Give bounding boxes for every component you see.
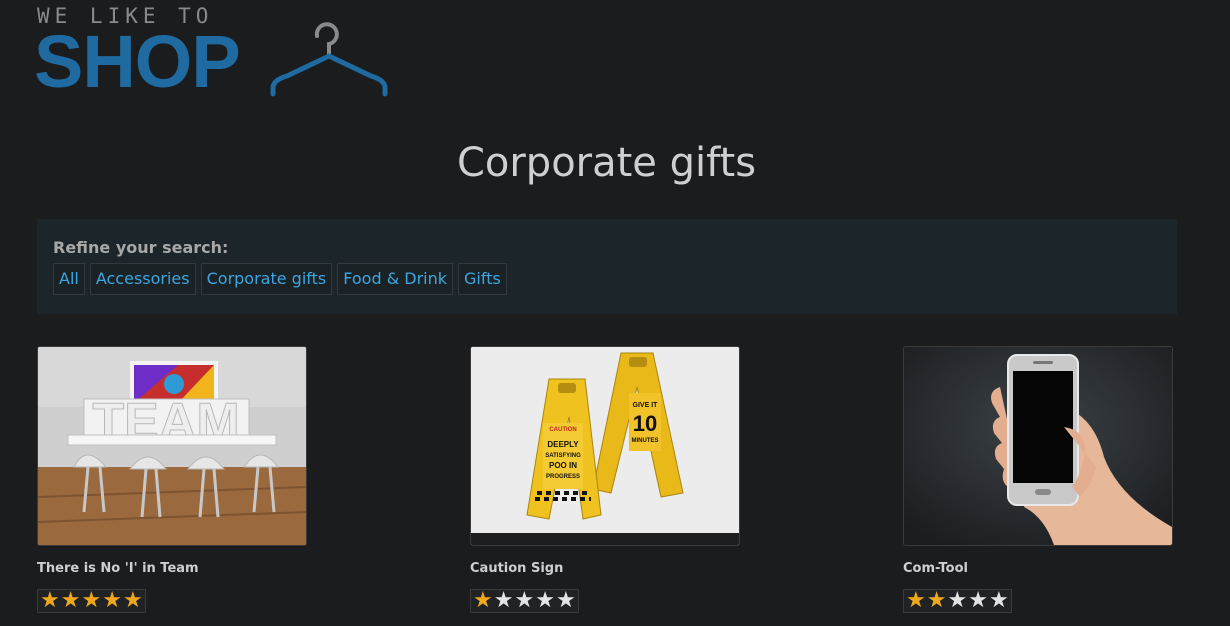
product-card[interactable]: TEAM There is No 'I' in Team ★ ★ ★ ★ ★ [37,346,307,613]
sign-text-progress: PROGRESS [546,474,580,480]
logo-wordmark: SHOP [34,20,241,103]
star-icon-empty: ★ [968,588,988,613]
star-icon-filled: ★ [906,588,926,613]
product-rating: ★ ★ ★ ★ ★ [37,589,146,613]
smartphone-hand-image [904,347,1172,545]
sign-text-satisfying: SATISFYING [545,453,581,459]
sign-text-poo-in: POO IN [549,461,577,470]
star-icon-filled: ★ [102,588,122,613]
product-image[interactable]: GIVE IT 10 MINUTES CAUTION DEEPLY SATISF… [470,346,740,546]
product-name[interactable]: Caution Sign [470,561,740,576]
refine-search-panel: Refine your search: All Accessories Corp… [37,219,1177,314]
filter-gifts[interactable]: Gifts [458,263,507,295]
product-rating: ★ ★ ★ ★ ★ [903,589,1012,613]
product-card[interactable]: Com-Tool ★ ★ ★ ★ ★ [903,346,1173,613]
filter-food-drink[interactable]: Food & Drink [337,263,454,295]
star-icon-filled: ★ [40,588,60,613]
star-icon-empty: ★ [493,588,514,613]
star-icon-filled: ★ [60,588,81,613]
filter-corporate-gifts[interactable]: Corporate gifts [200,263,333,295]
hanger-icon [270,22,388,97]
star-icon-filled: ★ [122,588,143,613]
star-icon-empty: ★ [514,588,535,613]
sign-text-caution: CAUTION [549,427,576,433]
star-icon-filled: ★ [926,588,947,613]
team-meeting-room-image: TEAM [38,347,306,545]
star-icon-empty: ★ [988,588,1009,613]
sign-text-deeply: DEEPLY [547,440,579,449]
product-card[interactable]: GIVE IT 10 MINUTES CAUTION DEEPLY SATISF… [470,346,740,613]
star-icon-filled: ★ [473,588,493,613]
sign-text-minutes: MINUTES [632,438,659,444]
star-icon-empty: ★ [535,588,555,613]
caution-sign-image: GIVE IT 10 MINUTES CAUTION DEEPLY SATISF… [471,347,739,545]
site-logo[interactable]: WE LIKE TO SHOP [34,4,397,103]
star-icon-filled: ★ [81,588,102,613]
product-image[interactable] [903,346,1173,546]
star-icon-empty: ★ [947,588,968,613]
filter-accessories[interactable]: Accessories [89,263,196,295]
product-name[interactable]: Com-Tool [903,561,1173,576]
refine-label: Refine your search: [53,238,229,257]
product-image[interactable]: TEAM [37,346,307,546]
sign-text-give-it: GIVE IT [633,402,659,409]
page-title: Corporate gifts [456,140,757,186]
product-rating: ★ ★ ★ ★ ★ [470,589,579,613]
product-name[interactable]: There is No 'I' in Team [37,561,307,576]
sign-text-10: 10 [633,411,657,436]
category-filters: All Accessories Corporate gifts Food & D… [53,263,507,295]
star-icon-empty: ★ [555,588,576,613]
filter-all[interactable]: All [53,263,85,295]
